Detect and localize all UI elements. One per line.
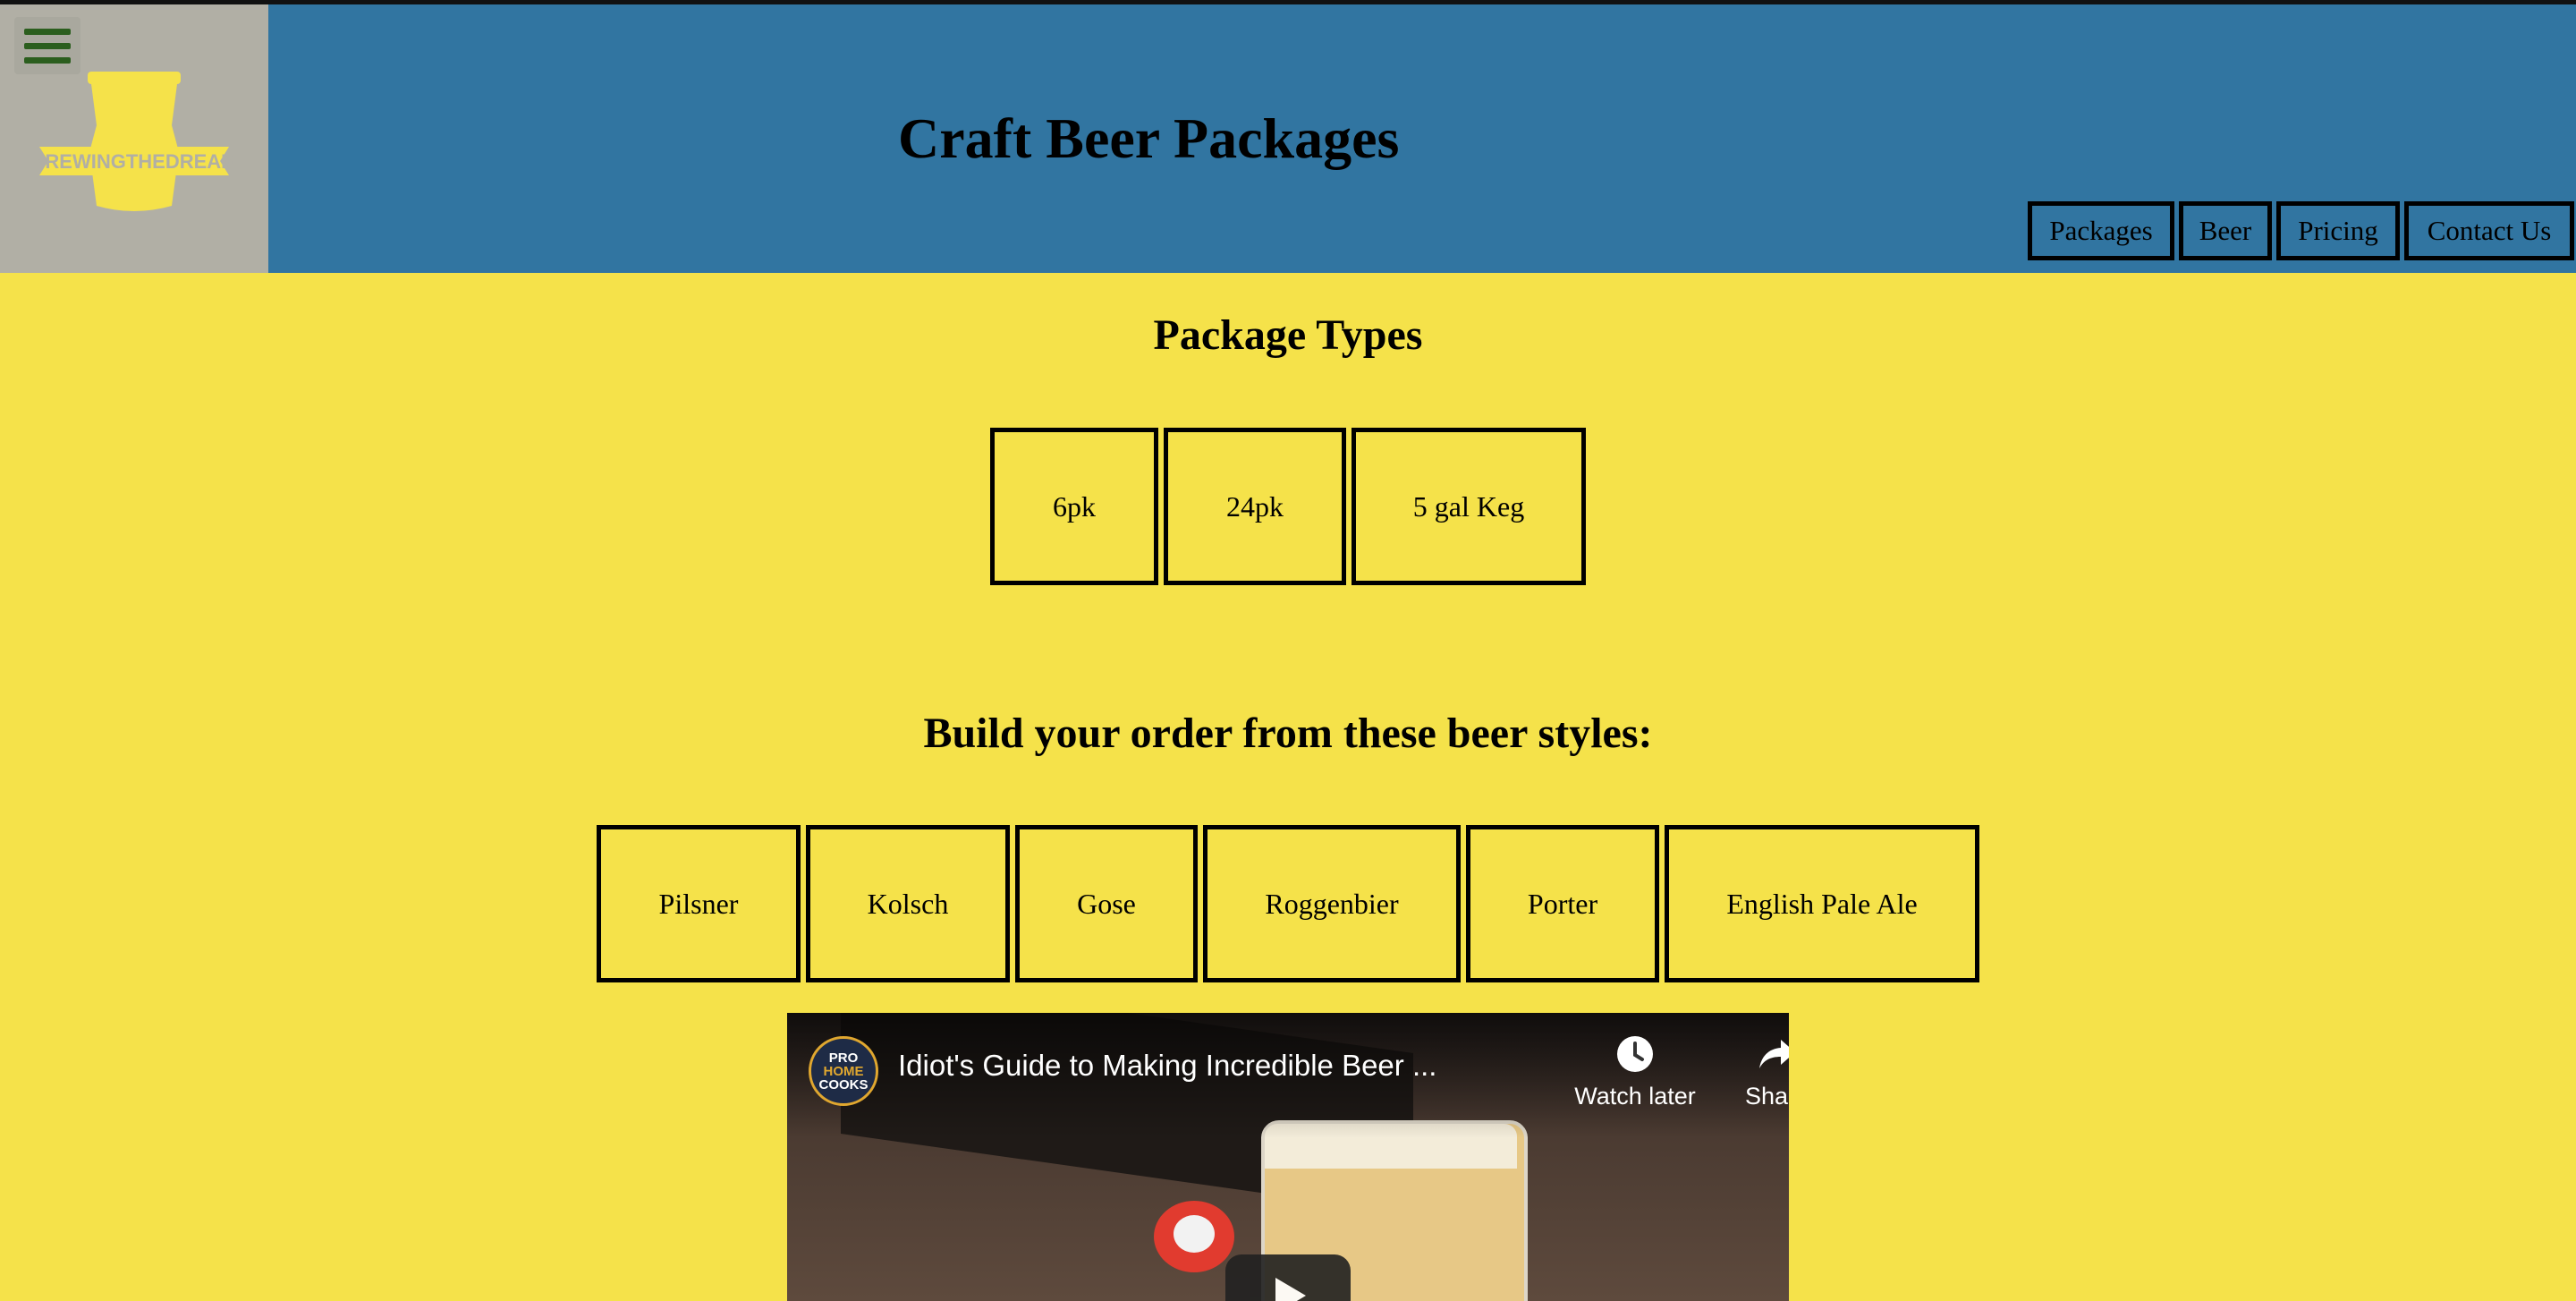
hamburger-menu-button[interactable]	[14, 17, 80, 74]
channel-logo[interactable]: PRO HOME COOKS	[809, 1036, 878, 1106]
nav-beer[interactable]: Beer	[2179, 201, 2272, 260]
hamburger-icon-bar	[24, 56, 71, 64]
style-pilsner[interactable]: Pilsner	[597, 825, 801, 982]
hamburger-icon-bar	[24, 42, 71, 49]
style-roggenbier[interactable]: Roggenbier	[1203, 825, 1461, 982]
style-gose[interactable]: Gose	[1015, 825, 1198, 982]
nav-contact-us[interactable]: Contact Us	[2404, 201, 2574, 260]
video-frame-cap-center	[1174, 1215, 1215, 1253]
embedded-video-player[interactable]: PRO HOME COOKS Idiot's Guide to Making I…	[787, 1013, 1789, 1301]
package-24pk[interactable]: 24pk	[1164, 428, 1346, 585]
share-icon	[1759, 1040, 1789, 1068]
page-title: Craft Beer Packages	[898, 106, 1400, 170]
main-nav: Packages Beer Pricing Contact Us	[2028, 201, 2574, 260]
play-icon[interactable]	[1225, 1254, 1351, 1301]
channel-logo-line: HOME	[823, 1063, 864, 1079]
style-english-pale-ale[interactable]: English Pale Ale	[1665, 825, 1979, 982]
logo-area: BREWINGTHEDREAM	[0, 4, 268, 273]
logo-text: BREWINGTHEDREAM	[36, 150, 233, 173]
style-kolsch[interactable]: Kolsch	[806, 825, 1010, 982]
video-title[interactable]: Idiot's Guide to Making Incredible Beer …	[898, 1049, 1488, 1083]
channel-logo-line: COOKS	[818, 1076, 869, 1093]
watch-later-label: Watch later	[1574, 1083, 1696, 1110]
watch-later-button[interactable]: Watch later	[1568, 1033, 1702, 1110]
clock-icon	[1617, 1036, 1653, 1072]
channel-logo-line: PRO	[828, 1050, 859, 1066]
nav-pricing[interactable]: Pricing	[2276, 201, 2400, 260]
package-5-gal-keg[interactable]: 5 gal Keg	[1352, 428, 1586, 585]
package-6pk[interactable]: 6pk	[990, 428, 1158, 585]
style-porter[interactable]: Porter	[1466, 825, 1659, 982]
site-header: BREWINGTHEDREAM Craft Beer Packages Pack…	[0, 4, 2576, 273]
nav-packages[interactable]: Packages	[2028, 201, 2174, 260]
share-label: Share	[1744, 1083, 1789, 1110]
beer-styles-heading: Build your order from these beer styles:	[923, 710, 1653, 757]
beer-styles-row: Pilsner Kolsch Gose Roggenbier Porter En…	[0, 825, 2576, 982]
package-types-row: 6pk 24pk 5 gal Keg	[0, 428, 2576, 585]
share-button[interactable]: Share	[1710, 1033, 1789, 1110]
beer-glass-logo-icon: BREWINGTHEDREAM	[36, 72, 233, 211]
hamburger-icon-bar	[24, 28, 71, 35]
package-types-heading: Package Types	[1153, 311, 1423, 359]
